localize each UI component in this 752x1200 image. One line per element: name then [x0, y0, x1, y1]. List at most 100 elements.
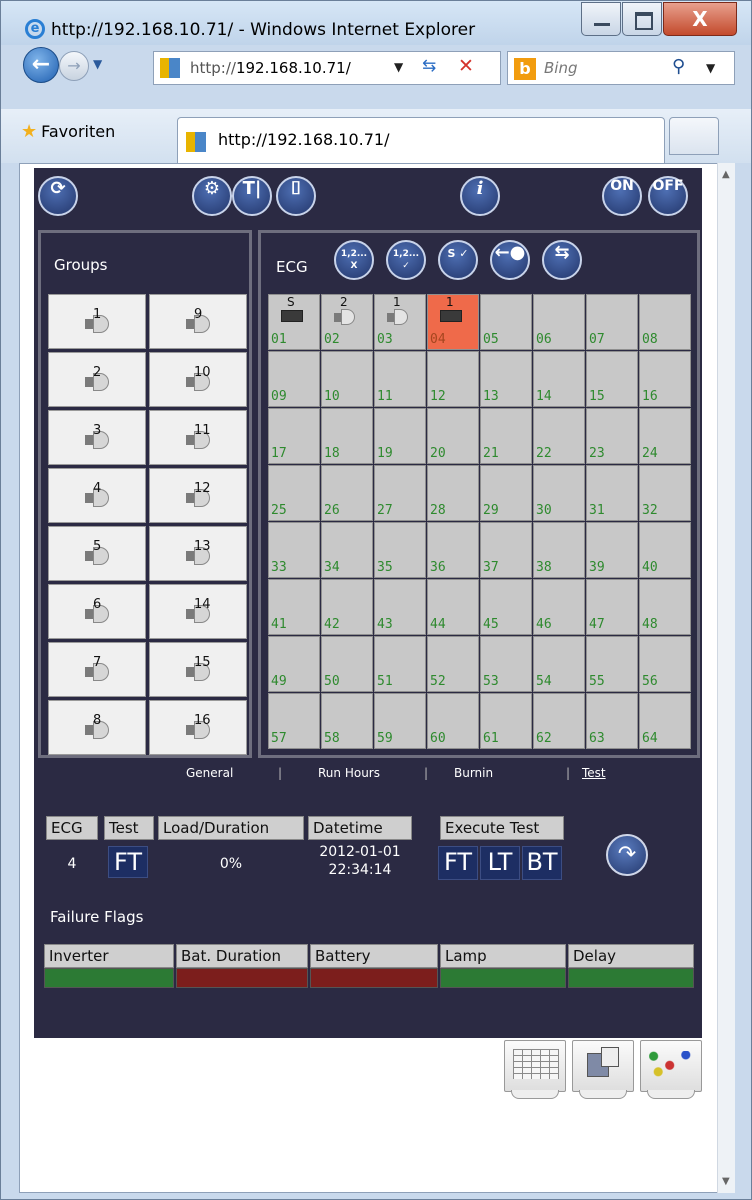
ecg-cell[interactable]: 64	[639, 693, 691, 749]
ecg-cell[interactable]: 1 04	[427, 294, 479, 350]
lamp-test-button[interactable]: LT	[480, 846, 520, 880]
ecg-cell[interactable]: 08	[639, 294, 691, 350]
ecg-cell[interactable]: 51	[374, 636, 426, 692]
ecg-cell[interactable]: 31	[586, 465, 638, 521]
group-button[interactable]: 10	[149, 352, 247, 407]
go-button[interactable]: ↷	[606, 834, 648, 876]
ecg-cell[interactable]: 49	[268, 636, 320, 692]
address-bar[interactable]: http://192.168.10.71/ ▼ ⇆ ✕	[153, 51, 501, 85]
assign-address-button[interactable]: 1,2... ✓	[386, 240, 426, 280]
ecg-cell[interactable]: 06	[533, 294, 585, 350]
tab-test[interactable]: Test	[582, 766, 606, 780]
ecg-cell[interactable]: 12	[427, 351, 479, 407]
forward-button[interactable]: →	[59, 51, 89, 81]
ecg-cell[interactable]: 1 03	[374, 294, 426, 350]
ecg-cell[interactable]: 63	[586, 693, 638, 749]
group-button[interactable]: 15	[149, 642, 247, 697]
ecg-cell[interactable]: 30	[533, 465, 585, 521]
ecg-cell[interactable]: 38	[533, 522, 585, 578]
ecg-cell[interactable]: 39	[586, 522, 638, 578]
search-icon[interactable]: ⚲	[672, 56, 685, 77]
refresh-button[interactable]: ⟳	[38, 176, 78, 216]
ecg-cell[interactable]: 07	[586, 294, 638, 350]
scroll-up-icon[interactable]: ▲	[722, 169, 730, 180]
stop-icon[interactable]: ✕	[458, 55, 474, 77]
group-button[interactable]: 8	[48, 700, 146, 755]
tools-button[interactable]: T|	[232, 176, 272, 216]
ecg-cell[interactable]: 13	[480, 351, 532, 407]
ecg-cell[interactable]: 40	[639, 522, 691, 578]
maximize-button[interactable]	[622, 2, 662, 36]
tab-active[interactable]: http://192.168.10.71/	[177, 117, 665, 163]
table-view-button[interactable]	[504, 1040, 566, 1099]
group-view-button[interactable]	[572, 1040, 634, 1099]
off-button[interactable]: OFF	[648, 176, 688, 216]
ecg-cell[interactable]: 58	[321, 693, 373, 749]
ecg-cell[interactable]: 47	[586, 579, 638, 635]
ecg-cell[interactable]: 45	[480, 579, 532, 635]
ecg-cell[interactable]: 60	[427, 693, 479, 749]
ecg-cell[interactable]: 57	[268, 693, 320, 749]
function-test-button[interactable]: FT	[438, 846, 478, 880]
ecg-cell[interactable]: 42	[321, 579, 373, 635]
refresh-icon[interactable]: ⇆	[422, 56, 436, 76]
ecg-cell[interactable]: 54	[533, 636, 585, 692]
ecg-cell[interactable]: 61	[480, 693, 532, 749]
ecg-cell[interactable]: 35	[374, 522, 426, 578]
back-button[interactable]: ←	[23, 47, 59, 83]
ecg-cell[interactable]: 43	[374, 579, 426, 635]
battery-test-button[interactable]: BT	[522, 846, 562, 880]
ecg-cell[interactable]: 09	[268, 351, 320, 407]
group-button[interactable]: 12	[149, 468, 247, 523]
group-button[interactable]: 3	[48, 410, 146, 465]
swap-button[interactable]: ⇆	[542, 240, 582, 280]
close-button[interactable]: X	[663, 2, 737, 36]
group-button[interactable]: 4	[48, 468, 146, 523]
ecg-cell[interactable]: 10	[321, 351, 373, 407]
color-view-button[interactable]	[640, 1040, 702, 1099]
group-button[interactable]: 7	[48, 642, 146, 697]
ecg-cell[interactable]: 25	[268, 465, 320, 521]
ecg-cell[interactable]: 05	[480, 294, 532, 350]
ecg-cell[interactable]: 55	[586, 636, 638, 692]
ecg-cell[interactable]: 20	[427, 408, 479, 464]
ecg-cell[interactable]: 53	[480, 636, 532, 692]
search-dropdown-icon[interactable]: ▼	[706, 61, 715, 75]
group-button[interactable]: 13	[149, 526, 247, 581]
group-button[interactable]: 16	[149, 700, 247, 755]
ecg-cell[interactable]: 48	[639, 579, 691, 635]
group-button[interactable]: 5	[48, 526, 146, 581]
ecg-cell[interactable]: 17	[268, 408, 320, 464]
identify-lamp-button[interactable]: ←●	[490, 240, 530, 280]
ecg-cell[interactable]: 37	[480, 522, 532, 578]
ecg-cell[interactable]: 14	[533, 351, 585, 407]
ecg-cell[interactable]: 16	[639, 351, 691, 407]
ecg-cell[interactable]: 56	[639, 636, 691, 692]
group-button[interactable]: 1	[48, 294, 146, 349]
ecg-cell[interactable]: 59	[374, 693, 426, 749]
ecg-cell[interactable]: 24	[639, 408, 691, 464]
set-button[interactable]: S ✓	[438, 240, 478, 280]
ecg-cell[interactable]: 62	[533, 693, 585, 749]
ecg-cell[interactable]: 27	[374, 465, 426, 521]
ecg-cell[interactable]: 32	[639, 465, 691, 521]
group-button[interactable]: 14	[149, 584, 247, 639]
ecg-cell[interactable]: 19	[374, 408, 426, 464]
ecg-cell[interactable]: 36	[427, 522, 479, 578]
ecg-cell[interactable]: 52	[427, 636, 479, 692]
ecg-cell[interactable]: 41	[268, 579, 320, 635]
scroll-down-icon[interactable]: ▼	[722, 1176, 730, 1187]
on-button[interactable]: ON	[602, 176, 642, 216]
ecg-cell[interactable]: 21	[480, 408, 532, 464]
search-box[interactable]: b Bing ⚲ ▼	[507, 51, 735, 85]
favorites-button[interactable]: ★ Favoriten	[21, 121, 115, 147]
group-button[interactable]: 2	[48, 352, 146, 407]
ecg-cell[interactable]: 22	[533, 408, 585, 464]
ecg-cell[interactable]: 28	[427, 465, 479, 521]
clear-address-button[interactable]: 1,2... X	[334, 240, 374, 280]
tab-burnin[interactable]: Burnin	[454, 766, 493, 780]
group-button[interactable]: 11	[149, 410, 247, 465]
ecg-cell[interactable]: 18	[321, 408, 373, 464]
ecg-cell[interactable]: 33	[268, 522, 320, 578]
address-url[interactable]: http://192.168.10.71/	[190, 59, 351, 77]
